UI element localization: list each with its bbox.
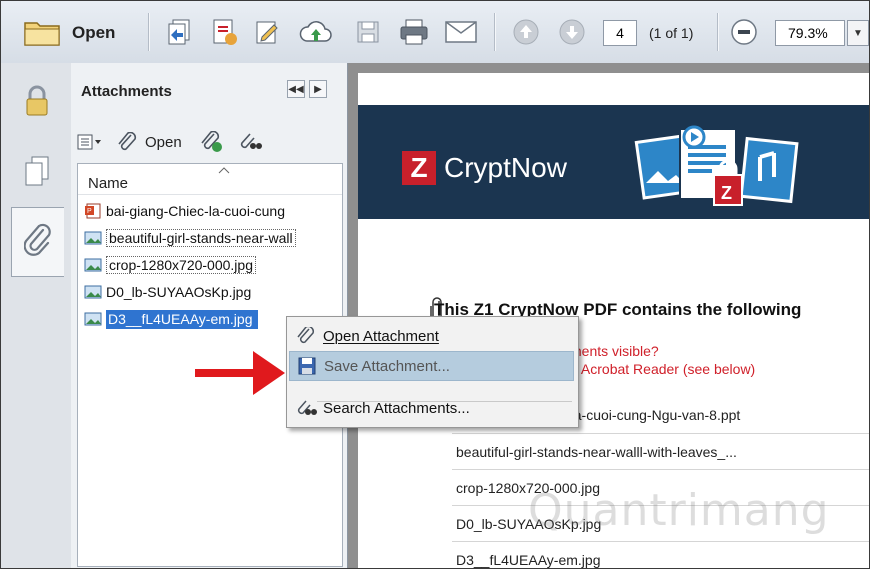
- file-row: D3__fL4UEAAy-em.jpg: [452, 541, 869, 568]
- acrobat-window: Open 4 (1 of 1) 79.3% ▼ Attachments ◀◀ ▶…: [0, 0, 870, 569]
- save-attachment-icon: [296, 356, 318, 376]
- list-item-selected[interactable]: D3__fL4UEAAy-em.jpg: [84, 308, 259, 330]
- page-count: (1 of 1): [649, 25, 694, 41]
- svg-text:P: P: [87, 208, 92, 215]
- expand-panel-icon[interactable]: ▶: [309, 80, 327, 98]
- search-attachments-menu-item[interactable]: Search Attachments...: [289, 393, 574, 423]
- folder-icon[interactable]: [21, 15, 65, 49]
- notice-line-2: e Acrobat Reader (see below): [570, 361, 756, 377]
- list-item-label: D3__fL4UEAAy-em.jpg: [106, 309, 259, 329]
- image-file-icon: [84, 312, 102, 326]
- svg-text:Z: Z: [721, 183, 732, 203]
- search-attachments-icon: [295, 398, 317, 418]
- email-icon[interactable]: [443, 15, 479, 49]
- toolbar: Open 4 (1 of 1) 79.3% ▼: [1, 1, 869, 64]
- image-file-icon: [84, 231, 102, 245]
- toolbar-separator: [717, 13, 719, 51]
- zoom-input[interactable]: 79.3%: [775, 20, 845, 46]
- file-row: beautiful-girl-stands-near-walll-with-le…: [452, 433, 869, 469]
- save-icon[interactable]: [353, 15, 383, 49]
- toolbar-separator: [148, 13, 150, 51]
- open-attachment-tool-label: Open: [145, 133, 182, 151]
- menu-item-label: Search Attachments...: [323, 399, 470, 417]
- open-attachment-icon: [295, 326, 317, 346]
- lock-icon[interactable]: [11, 67, 63, 135]
- list-item[interactable]: D0_lb-SUYAAOsKp.jpg: [84, 281, 251, 303]
- list-item[interactable]: P bai-giang-Chiec-la-cuoi-cung: [84, 200, 285, 222]
- list-item-label: D0_lb-SUYAAOsKp.jpg: [106, 284, 252, 300]
- context-menu: Open Attachment Save Attachment... Searc…: [286, 316, 579, 428]
- next-page-icon[interactable]: [555, 15, 589, 49]
- file-name: beautiful-girl-stands-near-walll-with-le…: [456, 443, 737, 460]
- toolbar-separator: [494, 13, 496, 51]
- cloud-upload-icon[interactable]: [297, 15, 335, 49]
- add-attachment-icon[interactable]: [200, 131, 224, 153]
- image-file-icon: [84, 285, 102, 299]
- red-arrow-annotation: [195, 351, 285, 395]
- combine-files-icon[interactable]: [163, 15, 197, 49]
- watermark: Quantrimang: [528, 485, 830, 536]
- panel-title: Attachments: [81, 83, 172, 100]
- zoom-out-icon[interactable]: [727, 15, 761, 49]
- open-attachment-icon: [118, 132, 137, 151]
- cryptnow-logo: Z CryptNow: [402, 151, 567, 185]
- open-attachment-tool[interactable]: Open: [117, 132, 182, 152]
- list-item[interactable]: crop-1280x720-000.jpg: [84, 254, 256, 276]
- create-pdf-icon[interactable]: [207, 15, 241, 49]
- sort-ascending-icon: [218, 167, 230, 174]
- list-item-label: beautiful-girl-stands-near-wall: [106, 229, 296, 247]
- previous-page-icon[interactable]: [509, 15, 543, 49]
- pages-icon[interactable]: [11, 137, 63, 205]
- image-file-icon: [84, 258, 102, 272]
- name-column-label: Name: [88, 175, 129, 192]
- menu-item-label: Open Attachment: [323, 327, 439, 345]
- print-icon[interactable]: [397, 15, 431, 49]
- name-column-header[interactable]: Name: [78, 164, 342, 195]
- page-number-input[interactable]: 4: [603, 20, 637, 46]
- file-name: D3__fL4UEAAy-em.jpg: [456, 551, 601, 568]
- logo-mark: Z: [402, 151, 436, 185]
- attachments-toolbar: Open: [77, 129, 262, 155]
- zoom-dropdown-icon[interactable]: ▼: [847, 20, 869, 46]
- list-item-label: bai-giang-Chiec-la-cuoi-cung: [106, 203, 285, 219]
- file-name: -la-cuoi-cung-Ngu-van-8.ppt: [566, 407, 741, 423]
- save-attachment-menu-item[interactable]: Save Attachment...: [289, 351, 574, 381]
- ppt-file-icon: P: [85, 203, 101, 219]
- protected-files-icon: Z: [634, 125, 799, 206]
- open-attachment-menu-item[interactable]: Open Attachment: [289, 321, 574, 351]
- collapse-panel-icon[interactable]: ◀◀: [287, 80, 305, 98]
- paperclip-icon[interactable]: [11, 207, 64, 277]
- open-button[interactable]: Open: [72, 23, 115, 43]
- menu-item-label: Save Attachment...: [324, 357, 450, 375]
- search-attachment-icon[interactable]: [238, 131, 262, 153]
- brand-name: CryptNow: [444, 152, 567, 183]
- list-item-label: crop-1280x720-000.jpg: [106, 256, 256, 274]
- navigation-rail: [1, 63, 72, 568]
- edit-icon[interactable]: [251, 15, 285, 49]
- cryptnow-banner: Z CryptNow Z: [358, 105, 869, 219]
- list-item[interactable]: beautiful-girl-stands-near-wall: [84, 227, 296, 249]
- options-menu-icon[interactable]: [77, 133, 103, 151]
- notice-line-1: ments visible?: [570, 343, 659, 359]
